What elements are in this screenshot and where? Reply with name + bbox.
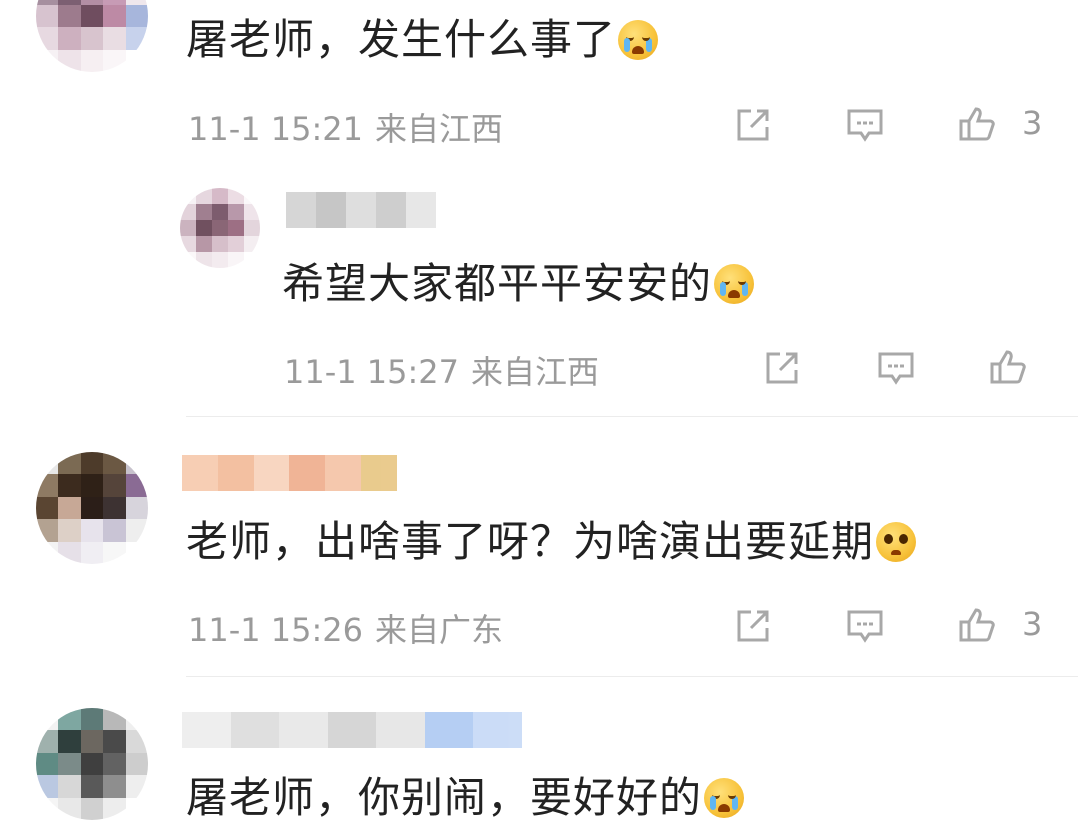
loudly-crying-face-icon xyxy=(704,778,745,818)
divider xyxy=(186,416,1078,417)
comment-text: 希望大家都平平安安的 xyxy=(282,258,755,310)
location: 来自广东 xyxy=(375,611,504,649)
avatar[interactable] xyxy=(36,0,148,72)
loudly-crying-face-icon xyxy=(714,264,755,304)
share-icon[interactable] xyxy=(733,105,773,145)
share-icon[interactable] xyxy=(733,606,773,646)
like-count: 3 xyxy=(1022,104,1043,142)
timestamp: 11-1 15:26 xyxy=(188,611,364,649)
like-icon[interactable] xyxy=(988,346,1028,386)
location: 来自江西 xyxy=(375,110,504,148)
comment-meta: 11-1 15:26 来自广东 xyxy=(188,605,503,651)
comment-meta: 11-1 15:21 来自江西 xyxy=(188,104,503,150)
comment-icon[interactable] xyxy=(876,348,916,388)
loudly-crying-face-icon xyxy=(618,20,659,60)
username-blurred[interactable] xyxy=(182,455,397,491)
like-count: 3 xyxy=(1022,605,1043,643)
avatar[interactable] xyxy=(36,708,148,820)
username-blurred[interactable] xyxy=(286,192,436,228)
divider xyxy=(186,676,1078,677)
comment-text: 老师，出啥事了呀？为啥演出要延期 xyxy=(186,516,917,568)
avatar[interactable] xyxy=(36,452,148,564)
comment-icon[interactable] xyxy=(845,606,885,646)
timestamp: 11-1 15:21 xyxy=(188,110,364,148)
timestamp: 11-1 15:27 xyxy=(284,353,460,391)
comment-icon[interactable] xyxy=(845,105,885,145)
pleading-face-icon xyxy=(876,522,917,562)
share-icon[interactable] xyxy=(762,348,802,388)
like-icon[interactable] xyxy=(957,604,997,644)
comment-text: 屠老师，发生什么事了 xyxy=(186,14,659,66)
comment-text: 屠老师，你别闹，要好好的 xyxy=(186,772,745,824)
location: 来自江西 xyxy=(471,353,600,391)
comment-meta: 11-1 15:27 来自江西 xyxy=(284,347,599,393)
avatar[interactable] xyxy=(180,188,260,268)
username-blurred[interactable] xyxy=(182,712,523,748)
like-icon[interactable] xyxy=(957,103,997,143)
